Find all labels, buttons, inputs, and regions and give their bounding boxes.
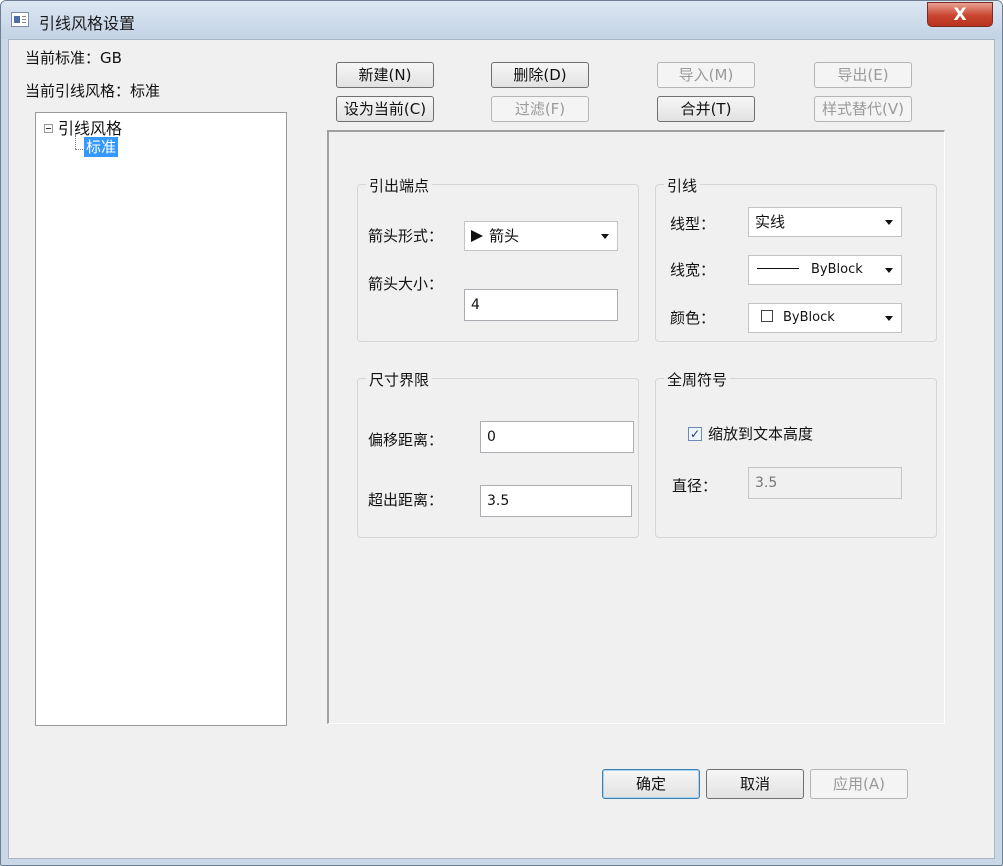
- arrow-type-value: 箭头: [489, 227, 520, 245]
- linetype-dropdown[interactable]: 实线: [748, 207, 902, 237]
- properties-panel: 引出端点 箭头形式： 箭头 箭头大小： 4 引线 线型： 实线 线宽： ByBl…: [327, 130, 945, 724]
- cancel-button[interactable]: 取消: [706, 769, 804, 799]
- linetype-label: 线型：: [670, 215, 716, 233]
- scale-to-text-checkbox[interactable]: ✓: [688, 427, 702, 441]
- lineweight-dropdown[interactable]: ByBlock: [748, 255, 902, 285]
- chevron-down-icon: [885, 268, 893, 273]
- leader-line-title: 引线: [664, 175, 701, 196]
- extension-line-group: 尺寸界限 偏移距离： 0 超出距离： 3.5: [357, 369, 639, 538]
- chevron-down-icon: [885, 220, 893, 225]
- merge-button[interactable]: 合并(T): [657, 96, 755, 122]
- color-dropdown[interactable]: ByBlock: [748, 303, 902, 333]
- filter-button[interactable]: 过滤(F): [491, 96, 589, 122]
- dialog-window: 引线风格设置 X 当前标准：GB 当前引线风格：标准 引线风格 标准 新建(N)…: [0, 0, 1003, 866]
- arrowhead-icon: [471, 230, 483, 242]
- set-current-button[interactable]: 设为当前(C): [336, 96, 434, 122]
- ok-button[interactable]: 确定: [602, 769, 700, 799]
- new-button[interactable]: 新建(N): [336, 62, 434, 88]
- color-swatch-icon: [761, 310, 773, 322]
- chevron-down-icon: [885, 316, 893, 321]
- tree-connector: [75, 135, 76, 149]
- color-value: ByBlock: [783, 310, 835, 325]
- offset-distance-label: 偏移距离：: [368, 431, 444, 449]
- diameter-label: 直径：: [672, 477, 718, 495]
- extend-distance-input[interactable]: 3.5: [480, 485, 632, 517]
- scale-to-text-label[interactable]: 缩放到文本高度: [708, 423, 813, 444]
- apply-button[interactable]: 应用(A): [810, 769, 908, 799]
- delete-button[interactable]: 删除(D): [491, 62, 589, 88]
- tree-collapse-icon[interactable]: [44, 124, 53, 133]
- dialog-client-area: 当前标准：GB 当前引线风格：标准 引线风格 标准 新建(N) 删除(D) 导入…: [8, 39, 995, 859]
- all-around-group: 全周符号 ✓ 缩放到文本高度 直径： 3.5: [655, 369, 937, 538]
- leader-end-title: 引出端点: [366, 175, 433, 196]
- leader-line-group: 引线 线型： 实线 线宽： ByBlock 颜色： ByBlock: [655, 175, 937, 342]
- color-label: 颜色：: [670, 309, 716, 327]
- leader-end-group: 引出端点 箭头形式： 箭头 箭头大小： 4: [357, 175, 639, 342]
- lineweight-value: ByBlock: [811, 262, 863, 277]
- linetype-value: 实线: [755, 213, 786, 231]
- all-around-title: 全周符号: [664, 369, 731, 390]
- style-override-button[interactable]: 样式替代(V): [814, 96, 912, 122]
- extension-line-title: 尺寸界限: [366, 369, 433, 390]
- export-button[interactable]: 导出(E): [814, 62, 912, 88]
- app-icon: [11, 12, 29, 27]
- current-standard-label: 当前标准：GB: [25, 49, 122, 67]
- current-leader-style-label: 当前引线风格：标准: [25, 82, 161, 100]
- arrow-type-label: 箭头形式：: [368, 227, 444, 245]
- chevron-down-icon: [601, 234, 609, 239]
- close-button[interactable]: X: [927, 2, 993, 27]
- import-button[interactable]: 导入(M): [657, 62, 755, 88]
- tree-root-item[interactable]: 引线风格: [58, 115, 122, 139]
- arrow-type-dropdown[interactable]: 箭头: [464, 221, 618, 251]
- style-tree[interactable]: 引线风格 标准: [35, 112, 287, 726]
- offset-distance-input[interactable]: 0: [480, 421, 634, 453]
- extend-distance-label: 超出距离：: [368, 491, 444, 509]
- arrow-size-label: 箭头大小：: [368, 275, 444, 293]
- line-sample-icon: [757, 268, 799, 269]
- arrow-size-input[interactable]: 4: [464, 289, 618, 321]
- title-bar[interactable]: 引线风格设置 X: [1, 1, 1002, 39]
- lineweight-label: 线宽：: [670, 261, 716, 279]
- window-title: 引线风格设置: [39, 14, 136, 33]
- diameter-input[interactable]: 3.5: [748, 467, 902, 499]
- tree-item-standard[interactable]: 标准: [84, 137, 119, 157]
